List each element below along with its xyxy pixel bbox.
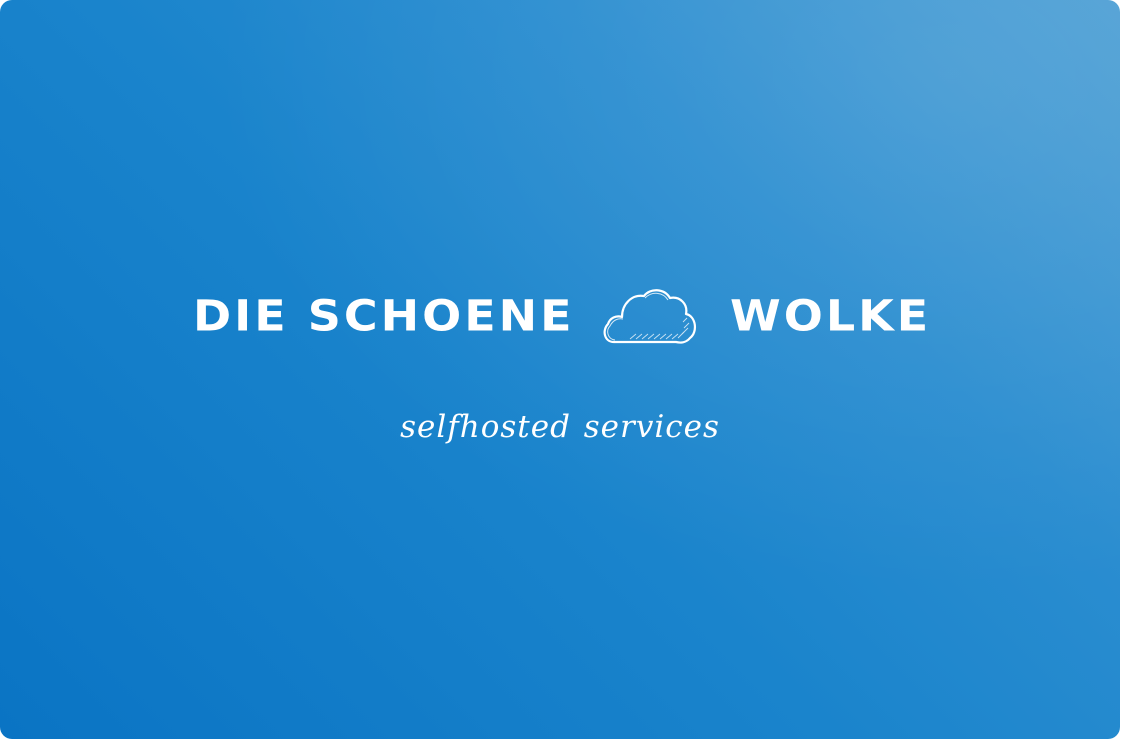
logo: DIE SCHOENE WOLKE (0, 278, 1120, 350)
logo-word-left: DIE SCHOENE (193, 291, 575, 341)
banner-card: DIE SCHOENE WOLKE selfhosted services (0, 0, 1120, 739)
tagline: selfhosted services (400, 409, 720, 445)
background-sheen (0, 0, 1120, 739)
logo-word-right: WOLKE (730, 291, 932, 341)
cloud-icon (603, 289, 696, 344)
